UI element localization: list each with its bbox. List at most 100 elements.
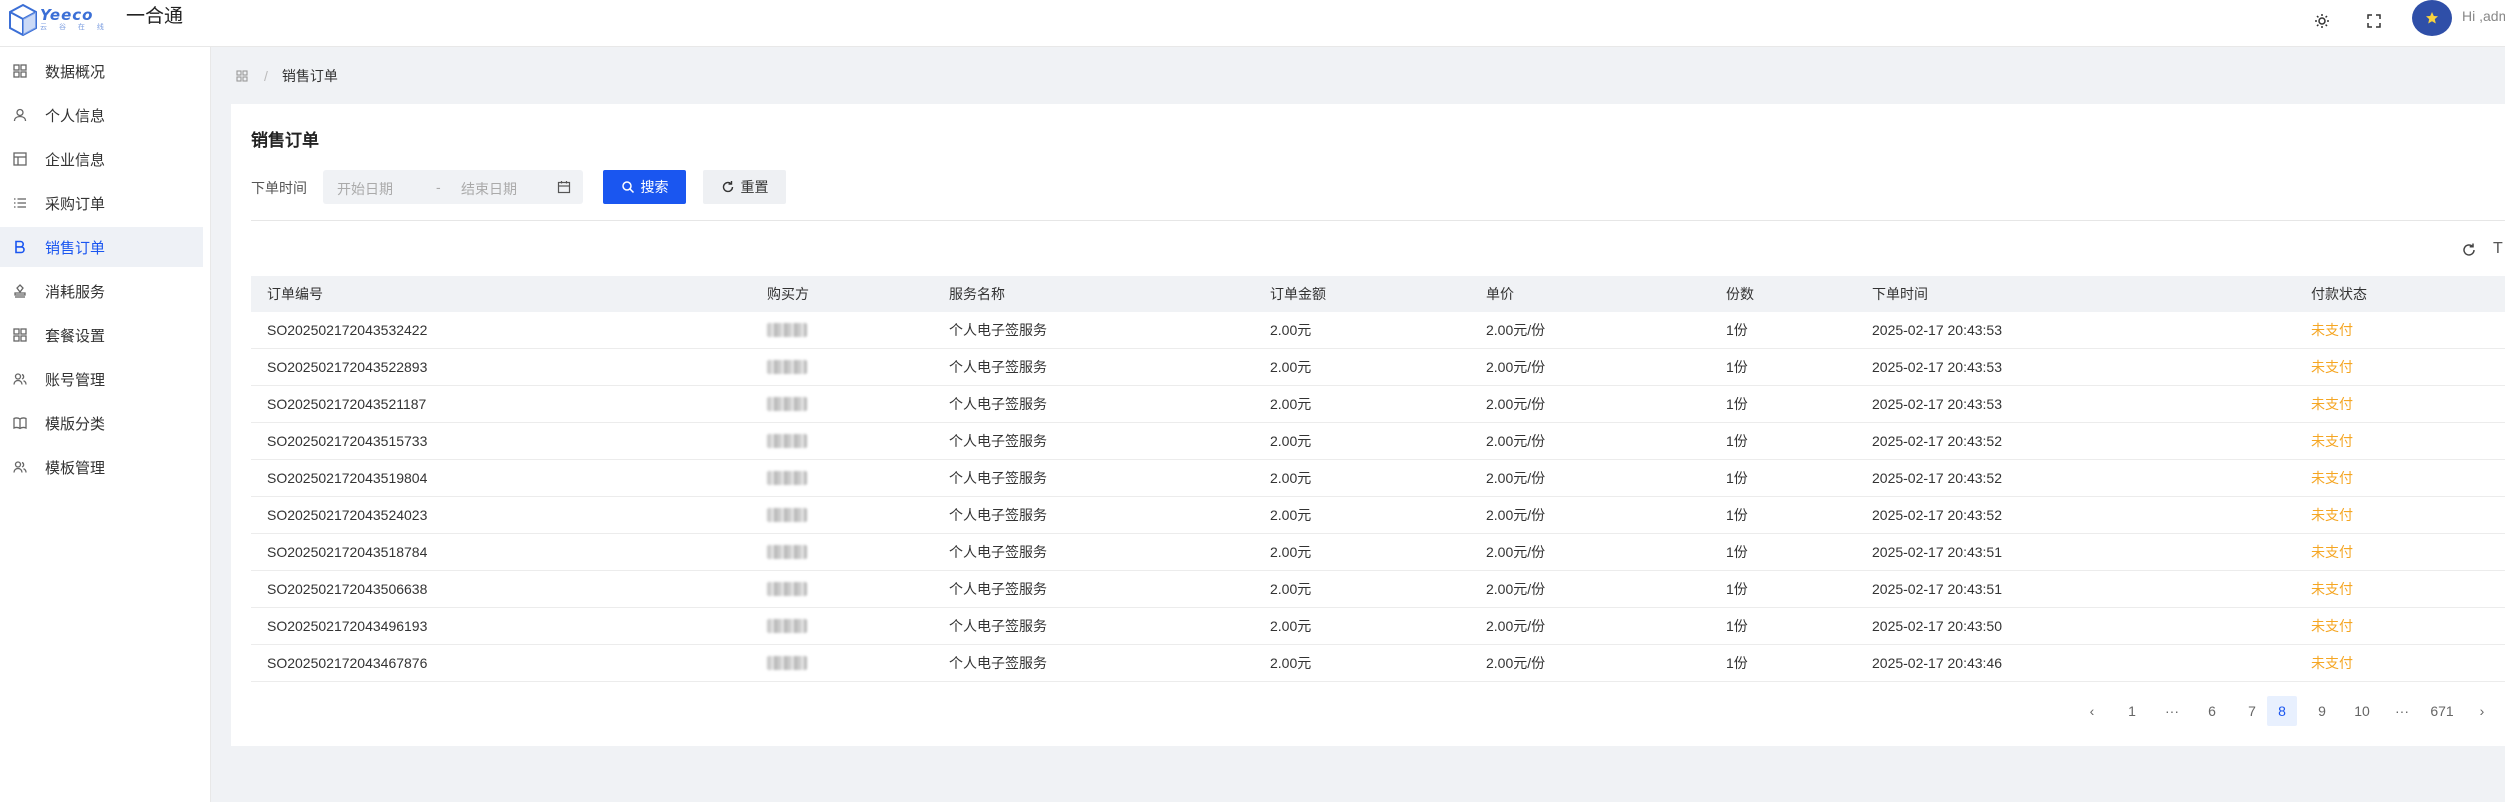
refresh-icon <box>722 181 733 193</box>
search-button[interactable]: 搜索 <box>603 170 686 204</box>
cell-payment-status: 未支付 <box>2311 544 2353 560</box>
page-button-current[interactable]: 8 <box>2267 696 2297 726</box>
cell-payment-status: 未支付 <box>2311 618 2353 634</box>
sidebar-item-profile[interactable]: 个人信息 <box>0 95 203 135</box>
breadcrumb-current: 销售订单 <box>281 68 338 84</box>
cell-payment-status: 未支付 <box>2311 359 2353 375</box>
table-row[interactable]: SO202502172043496193 个人电子签服务 2.00元 2.00元/份 1… <box>251 608 2505 645</box>
cell-order-no: SO202502172043522893 <box>267 359 428 375</box>
sidebar-item-label: 账号管理 <box>45 371 106 389</box>
redacted-buyer <box>767 434 807 448</box>
cell-amount: 2.00元 <box>1270 433 1312 449</box>
reset-button-label: 重置 <box>740 179 769 195</box>
table-row[interactable]: SO202502172043519804 个人电子签服务 2.00元 2.00元/份 1… <box>251 460 2505 497</box>
sidebar: 数据概况 个人信息 企业信息 采购订单 销售订单 消耗服务 套餐设置 账号管理 … <box>0 47 211 802</box>
cell-service-name: 个人电子签服务 <box>949 544 1047 560</box>
cell-quantity: 1份 <box>1726 655 1748 671</box>
cell-quantity: 1份 <box>1726 507 1748 523</box>
sidebar-item-templates[interactable]: 模板管理 <box>0 447 203 487</box>
sidebar-item-template-categories[interactable]: 模版分类 <box>0 403 203 443</box>
cell-order-no: SO202502172043467876 <box>267 655 428 671</box>
sidebar-item-purchase-orders[interactable]: 采购订单 <box>0 183 203 223</box>
table-row[interactable]: SO202502172043515733 个人电子签服务 2.00元 2.00元/份 1… <box>251 423 2505 460</box>
table-icon <box>12 151 28 167</box>
cell-unit-price: 2.00元/份 <box>1486 544 1546 560</box>
home-grid-icon[interactable] <box>236 69 250 83</box>
cell-service-name: 个人电子签服务 <box>949 581 1047 597</box>
table-row[interactable]: SO202502172043467876 个人电子签服务 2.00元 2.00元/份 1… <box>251 645 2505 682</box>
page-button[interactable]: 9 <box>2307 696 2337 726</box>
table-header: 订单编号 购买方 服务名称 订单金额 单价 份数 下单时间 付款状态 <box>251 276 2505 312</box>
cell-payment-status: 未支付 <box>2311 322 2353 338</box>
table-refresh-icon[interactable] <box>2461 242 2477 258</box>
page-button[interactable]: 10 <box>2347 696 2377 726</box>
page-button-last[interactable]: 671 <box>2427 696 2457 726</box>
cell-service-name: 个人电子签服务 <box>949 655 1047 671</box>
cell-amount: 2.00元 <box>1270 396 1312 412</box>
page-button[interactable]: 1 <box>2117 696 2147 726</box>
cell-buyer <box>767 497 807 533</box>
col-buyer: 购买方 <box>767 286 809 302</box>
col-order-no: 订单编号 <box>267 286 323 302</box>
table-row[interactable]: SO202502172043506638 个人电子签服务 2.00元 2.00元/份 1… <box>251 571 2505 608</box>
reset-button[interactable]: 重置 <box>703 170 786 204</box>
cell-order-no: SO202502172043524023 <box>267 507 428 523</box>
table-row[interactable]: SO202502172043532422 个人电子签服务 2.00元 2.00元/份 1… <box>251 312 2505 349</box>
redacted-buyer <box>767 360 807 374</box>
sidebar-item-label: 套餐设置 <box>45 327 106 345</box>
page-ellipsis[interactable]: ··· <box>2157 696 2187 726</box>
cell-buyer <box>767 349 807 385</box>
prev-page-button[interactable]: ‹ <box>2077 696 2107 726</box>
cell-service-name: 个人电子签服务 <box>949 618 1047 634</box>
page-button[interactable]: 7 <box>2237 696 2267 726</box>
next-page-button[interactable]: › <box>2467 696 2497 726</box>
cell-amount: 2.00元 <box>1270 470 1312 486</box>
sidebar-item-accounts[interactable]: 账号管理 <box>0 359 203 399</box>
search-icon <box>621 181 634 194</box>
cell-quantity: 1份 <box>1726 359 1748 375</box>
table-row[interactable]: SO202502172043518784 个人电子签服务 2.00元 2.00元/份 1… <box>251 534 2505 571</box>
cell-buyer <box>767 386 807 422</box>
user-icon <box>12 107 28 123</box>
fullscreen-button[interactable] <box>2359 6 2389 36</box>
sidebar-item-company[interactable]: 企业信息 <box>0 139 203 179</box>
cell-quantity: 1份 <box>1726 433 1748 449</box>
page-button[interactable]: 6 <box>2197 696 2227 726</box>
user-greeting[interactable]: Hi ,admin <box>2462 8 2505 24</box>
density-button[interactable]: T <box>2493 240 2503 258</box>
cell-order-no: SO202502172043515733 <box>267 433 428 449</box>
start-date-input[interactable]: 开始日期 <box>337 179 393 199</box>
page-ellipsis[interactable]: ··· <box>2387 696 2417 726</box>
sidebar-item-packages[interactable]: 套餐设置 <box>0 315 203 355</box>
table-row[interactable]: SO202502172043522893 个人电子签服务 2.00元 2.00元/份 1… <box>251 349 2505 386</box>
sidebar-item-consumption[interactable]: 消耗服务 <box>0 271 203 311</box>
cell-amount: 2.00元 <box>1270 581 1312 597</box>
cell-service-name: 个人电子签服务 <box>949 433 1047 449</box>
sidebar-item-dashboard[interactable]: 数据概况 <box>0 51 203 91</box>
end-date-input[interactable]: 结束日期 <box>461 179 517 199</box>
date-range-picker[interactable]: 开始日期 - 结束日期 <box>323 170 583 204</box>
sidebar-item-sales-orders[interactable]: 销售订单 <box>0 227 203 267</box>
divider <box>251 220 2505 221</box>
cell-quantity: 1份 <box>1726 470 1748 486</box>
cell-order-no: SO202502172043519804 <box>267 470 428 486</box>
cell-service-name: 个人电子签服务 <box>949 359 1047 375</box>
cell-order-time: 2025-02-17 20:43:52 <box>1872 433 2002 449</box>
theme-toggle-button[interactable] <box>2307 6 2337 36</box>
avatar[interactable] <box>2412 0 2452 36</box>
grid-icon <box>12 327 28 343</box>
table-row[interactable]: SO202502172043524023 个人电子签服务 2.00元 2.00元/份 1… <box>251 497 2505 534</box>
search-button-label: 搜索 <box>640 179 669 195</box>
cell-quantity: 1份 <box>1726 396 1748 412</box>
cell-buyer <box>767 645 807 681</box>
cell-quantity: 1份 <box>1726 618 1748 634</box>
cell-service-name: 个人电子签服务 <box>949 470 1047 486</box>
cell-payment-status: 未支付 <box>2311 507 2353 523</box>
sidebar-item-label: 采购订单 <box>45 195 106 213</box>
cell-service-name: 个人电子签服务 <box>949 507 1047 523</box>
sidebar-item-label: 个人信息 <box>45 107 106 125</box>
logo[interactable]: Yeeco 云 谷 在 线 <box>8 2 112 38</box>
cell-amount: 2.00元 <box>1270 359 1312 375</box>
col-order-time: 下单时间 <box>1872 286 1928 302</box>
table-row[interactable]: SO202502172043521187 个人电子签服务 2.00元 2.00元/份 1… <box>251 386 2505 423</box>
